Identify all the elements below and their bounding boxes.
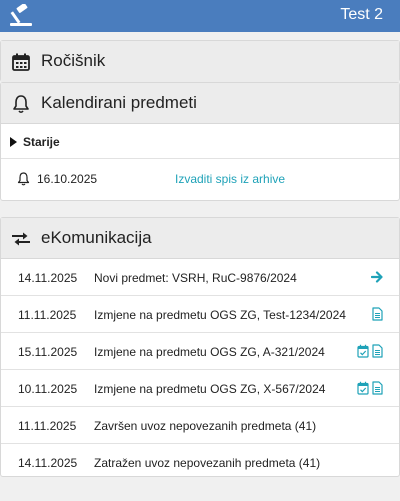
table-row[interactable]: 14.11.2025 Novi predmet: VSRH, RuC-9876/… xyxy=(1,259,399,296)
user-name[interactable]: Test 2 xyxy=(340,6,383,24)
calendar-check-icon[interactable] xyxy=(357,381,369,395)
list-item: 16.10.2025 Izvaditi spis iz arhive xyxy=(1,159,399,198)
rocisnik-title: Ročišnik xyxy=(41,51,106,70)
row-date: 11.11.2025 xyxy=(18,419,77,433)
item-date: 16.10.2025 xyxy=(37,172,98,186)
bell-icon xyxy=(17,172,30,186)
row-text: Izmjene na predmetu OGS ZG, X-567/2024 xyxy=(94,382,326,396)
table-row[interactable]: 11.11.2025 Završen uvoz nepovezanih pred… xyxy=(1,407,399,444)
arrow-right-icon[interactable] xyxy=(371,270,383,284)
ekomunikacija-title: eKomunikacija xyxy=(41,228,152,247)
kalendirani-title: Kalendirani predmeti xyxy=(41,93,197,112)
row-date: 10.11.2025 xyxy=(18,382,78,396)
rocisnik-header[interactable]: Ročišnik xyxy=(1,41,399,82)
calendar-check-icon[interactable] xyxy=(357,344,369,358)
ekomunikacija-header[interactable]: eKomunikacija xyxy=(1,218,399,259)
row-text: Novi predmet: VSRH, RuC-9876/2024 xyxy=(94,271,297,285)
row-date: 15.11.2025 xyxy=(18,345,78,359)
document-icon[interactable] xyxy=(372,381,383,395)
older-label: Starije xyxy=(23,135,60,149)
document-icon[interactable] xyxy=(372,307,383,321)
kalendirani-panel: Kalendirani predmeti Starije 16.10.2025 … xyxy=(0,82,400,201)
kalendirani-header[interactable]: Kalendirani predmeti xyxy=(1,83,399,124)
row-text: Izmjene na predmetu OGS ZG, Test-1234/20… xyxy=(94,308,346,322)
exchange-icon xyxy=(12,232,30,246)
table-row[interactable]: 15.11.2025 Izmjene na predmetu OGS ZG, A… xyxy=(1,333,399,370)
bell-icon xyxy=(13,95,29,114)
older-toggle[interactable]: Starije xyxy=(1,124,399,159)
document-icon[interactable] xyxy=(372,344,383,358)
rocisnik-panel: Ročišnik xyxy=(0,40,400,82)
table-row[interactable]: 14.11.2025 Zatražen uvoz nepovezanih pre… xyxy=(1,444,399,481)
calendar-icon xyxy=(12,53,30,71)
item-action-link[interactable]: Izvaditi spis iz arhive xyxy=(175,172,285,186)
table-row[interactable]: 11.11.2025 Izmjene na predmetu OGS ZG, T… xyxy=(1,296,399,333)
row-date: 14.11.2025 xyxy=(18,271,78,285)
gavel-logo-icon[interactable] xyxy=(8,4,36,28)
row-date: 11.11.2025 xyxy=(18,308,77,322)
row-text: Zatražen uvoz nepovezanih predmeta (41) xyxy=(94,456,321,470)
row-text: Završen uvoz nepovezanih predmeta (41) xyxy=(94,419,317,433)
row-date: 14.11.2025 xyxy=(18,456,78,470)
ekomunikacija-panel: eKomunikacija 14.11.2025 Novi predmet: V… xyxy=(0,217,400,477)
top-bar: Test 2 xyxy=(0,0,400,32)
row-text: Izmjene na predmetu OGS ZG, A-321/2024 xyxy=(94,345,325,359)
table-row[interactable]: 10.11.2025 Izmjene na predmetu OGS ZG, X… xyxy=(1,370,399,407)
caret-right-icon xyxy=(10,137,17,147)
